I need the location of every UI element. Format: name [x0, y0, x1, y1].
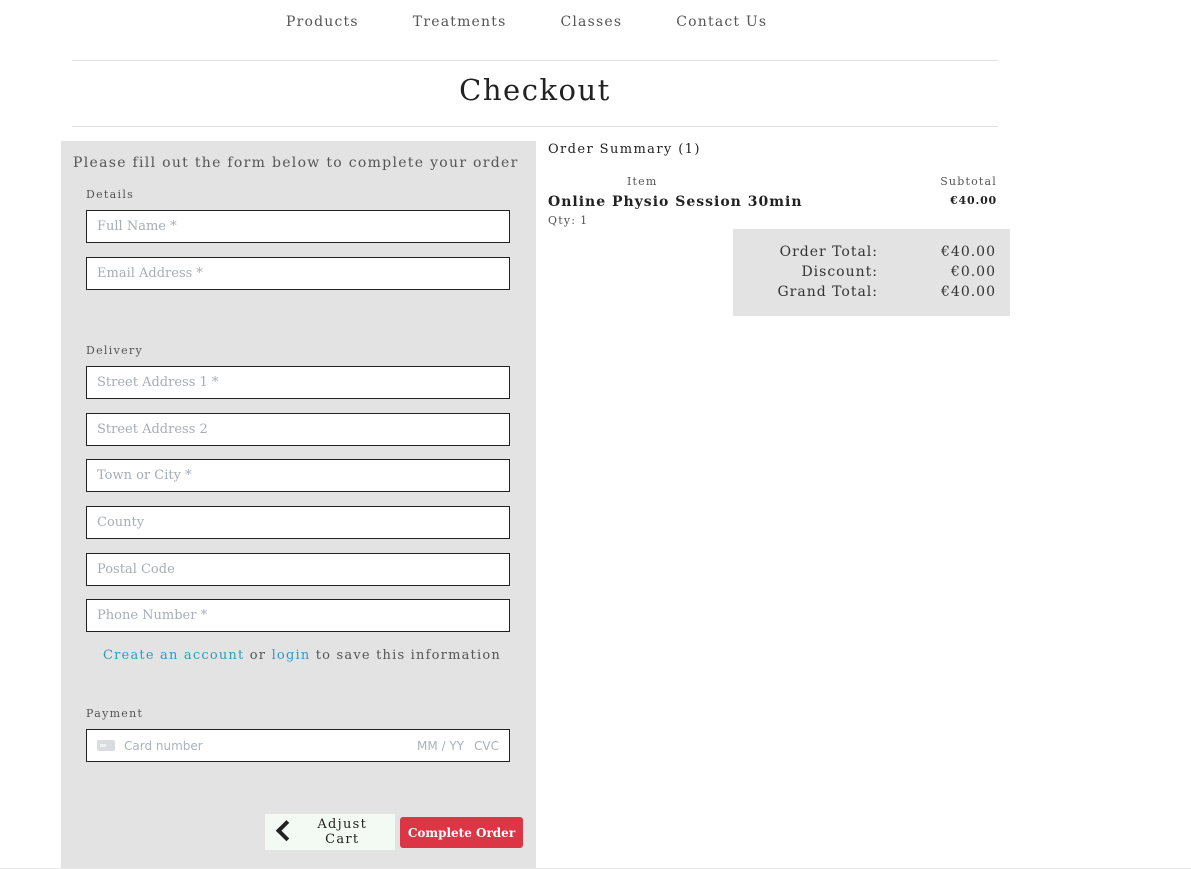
nav-classes[interactable]: Classes	[560, 12, 622, 32]
grand-total-row: Grand Total: €40.00	[733, 282, 996, 302]
order-item-qty: Qty: 1	[548, 214, 588, 228]
card-cvc-placeholder: CVC	[474, 738, 499, 753]
subtotal-column-header: Subtotal	[940, 175, 997, 188]
qty-value: 1	[580, 214, 589, 227]
grand-total-label: Grand Total:	[777, 284, 878, 300]
adjust-cart-label: Adjust Cart	[317, 817, 368, 847]
page-title: Checkout	[459, 73, 611, 107]
order-item-subtotal: €40.00	[950, 194, 997, 207]
nav-contact-us[interactable]: Contact Us	[676, 12, 767, 32]
details-label: Details	[86, 188, 135, 201]
town-city-input[interactable]	[86, 459, 510, 492]
credit-card-icon	[97, 740, 115, 751]
save-info-text: Create an account or login to save this …	[103, 648, 501, 664]
phone-number-input[interactable]	[86, 599, 510, 632]
save-info-rest: to save this information	[315, 648, 501, 663]
street-address-1-input[interactable]	[86, 366, 510, 399]
create-account-link[interactable]: Create an account	[103, 648, 244, 663]
checkout-form-panel: Please fill out the form below to comple…	[61, 141, 536, 869]
email-input[interactable]	[86, 257, 510, 290]
discount-row: Discount: €0.00	[733, 262, 996, 282]
save-info-or: or	[249, 648, 267, 663]
adjust-cart-button[interactable]: Adjust Cart	[265, 814, 395, 850]
main-nav: Products Treatments Classes Contact Us	[286, 12, 821, 32]
nav-products[interactable]: Products	[286, 12, 359, 32]
discount-label: Discount:	[801, 264, 878, 280]
complete-order-button[interactable]: Complete Order	[400, 817, 523, 848]
form-intro: Please fill out the form below to comple…	[73, 155, 519, 171]
checkout-page: Products Treatments Classes Contact Us C…	[0, 0, 1191, 869]
order-totals-box: Order Total: €40.00 Discount: €0.00 Gran…	[733, 229, 1010, 316]
grand-total-value: €40.00	[941, 284, 996, 300]
nav-treatments[interactable]: Treatments	[413, 12, 507, 32]
full-name-input[interactable]	[86, 210, 510, 243]
order-summary-title: Order Summary (1)	[548, 142, 701, 157]
order-total-label: Order Total:	[779, 244, 878, 260]
qty-label: Qty:	[548, 214, 577, 227]
card-element[interactable]: Card number MM / YY CVC	[86, 729, 510, 762]
login-link[interactable]: login	[272, 648, 311, 663]
order-total-value: €40.00	[941, 244, 996, 260]
discount-value: €0.00	[950, 264, 996, 280]
divider-bottom	[72, 126, 998, 127]
delivery-label: Delivery	[86, 344, 143, 357]
chevron-left-icon	[275, 819, 297, 841]
order-item-name: Online Physio Session 30min	[548, 194, 803, 210]
divider-top	[72, 60, 998, 61]
card-number-placeholder: Card number	[124, 738, 203, 753]
order-total-row: Order Total: €40.00	[733, 242, 996, 262]
card-expiry-placeholder: MM / YY	[416, 738, 465, 753]
postal-code-input[interactable]	[86, 553, 510, 586]
street-address-2-input[interactable]	[86, 413, 510, 446]
payment-label: Payment	[86, 707, 144, 720]
item-column-header: Item	[627, 175, 658, 188]
county-input[interactable]	[86, 506, 510, 539]
